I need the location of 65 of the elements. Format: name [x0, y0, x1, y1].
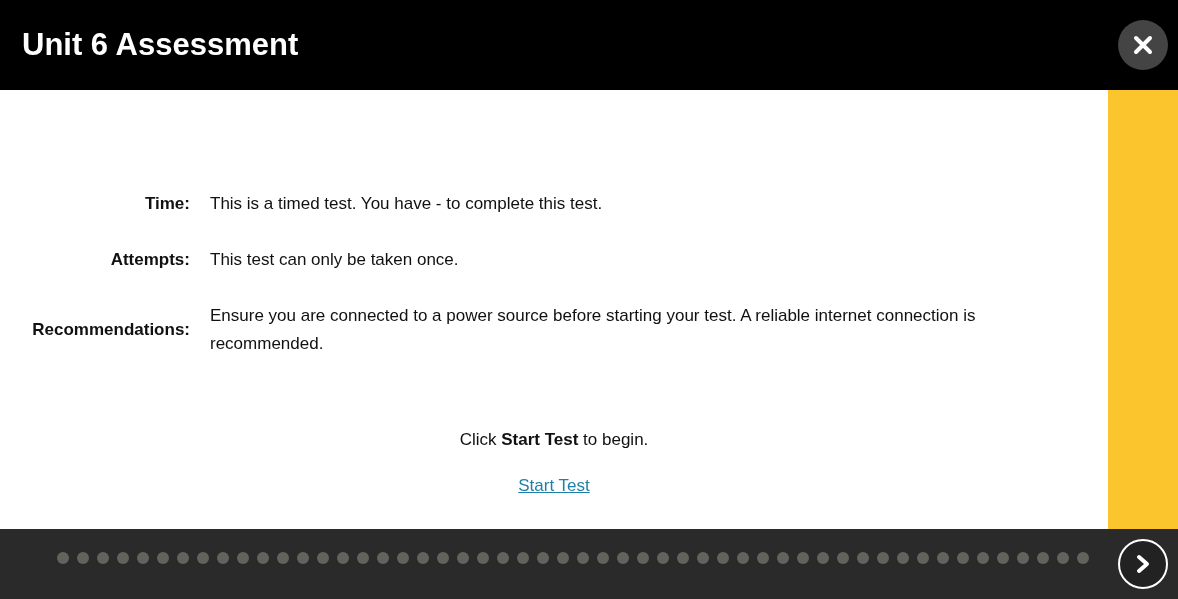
page-dot[interactable] [197, 552, 209, 564]
detail-label: Recommendations: [31, 319, 190, 341]
detail-label: Attempts: [109, 249, 190, 271]
page-dot[interactable] [357, 552, 369, 564]
page-dot[interactable] [337, 552, 349, 564]
detail-text: This test can only be taken once. [210, 249, 460, 271]
page-dot[interactable] [257, 552, 269, 564]
page-dot[interactable] [497, 552, 509, 564]
page-dot[interactable] [917, 552, 929, 564]
page-dot[interactable] [117, 552, 129, 564]
page-dot[interactable] [277, 552, 289, 564]
page-dot[interactable] [597, 552, 609, 564]
instruction-text: Click Start Test to begin. [459, 430, 649, 450]
page-dot[interactable] [897, 552, 909, 564]
page-dot[interactable] [157, 552, 169, 564]
page-dot[interactable] [1077, 552, 1089, 564]
chevron-right-icon [1136, 554, 1150, 574]
page-dot[interactable] [237, 552, 249, 564]
page-dot[interactable] [557, 552, 569, 564]
page-dot[interactable] [137, 552, 149, 564]
page-title: Unit 6 Assessment [22, 27, 299, 63]
page-dot[interactable] [817, 552, 829, 564]
page-dot[interactable] [1037, 552, 1049, 564]
page-dot[interactable] [617, 552, 629, 564]
page-dot[interactable] [577, 552, 589, 564]
page-dot[interactable] [1057, 552, 1069, 564]
page-dot[interactable] [637, 552, 649, 564]
page-dot[interactable] [1017, 552, 1029, 564]
page-dot[interactable] [297, 552, 309, 564]
page-dot[interactable] [397, 552, 409, 564]
page-dot[interactable] [177, 552, 189, 564]
page-dot[interactable] [97, 552, 109, 564]
page-dot[interactable] [677, 552, 689, 564]
page-dot[interactable] [957, 552, 969, 564]
page-dot[interactable] [217, 552, 229, 564]
start-test-link[interactable]: Start Test [518, 476, 590, 496]
page-dot[interactable] [377, 552, 389, 564]
close-button[interactable] [1118, 20, 1168, 70]
page-dot[interactable] [737, 552, 749, 564]
page-dot[interactable] [857, 552, 869, 564]
close-icon [1133, 35, 1153, 55]
page-dot[interactable] [657, 552, 669, 564]
detail-text: This is a timed test. You have - to complete this test. [210, 193, 604, 215]
page-dot[interactable] [517, 552, 529, 564]
next-button[interactable] [1118, 539, 1168, 589]
page-dot[interactable] [697, 552, 709, 564]
page-dot[interactable] [977, 552, 989, 564]
page-dot[interactable] [777, 552, 789, 564]
page-dot[interactable] [77, 552, 89, 564]
page-dot[interactable] [757, 552, 769, 564]
page-dot[interactable] [437, 552, 449, 564]
page-dot[interactable] [717, 552, 729, 564]
detail-label: Time: [143, 193, 190, 215]
page-dot[interactable] [877, 552, 889, 564]
detail-text: Ensure you are connected to a power source before starting your test. A reliable internet connection is recommended. [210, 305, 977, 355]
page-dot[interactable] [997, 552, 1009, 564]
page-dot[interactable] [417, 552, 429, 564]
page-dot[interactable] [317, 552, 329, 564]
page-dot[interactable] [837, 552, 849, 564]
page-dot[interactable] [797, 552, 809, 564]
page-dot[interactable] [457, 552, 469, 564]
page-dot[interactable] [477, 552, 489, 564]
page-dot[interactable] [937, 552, 949, 564]
page-dot[interactable] [57, 552, 69, 564]
page-dot[interactable] [537, 552, 549, 564]
